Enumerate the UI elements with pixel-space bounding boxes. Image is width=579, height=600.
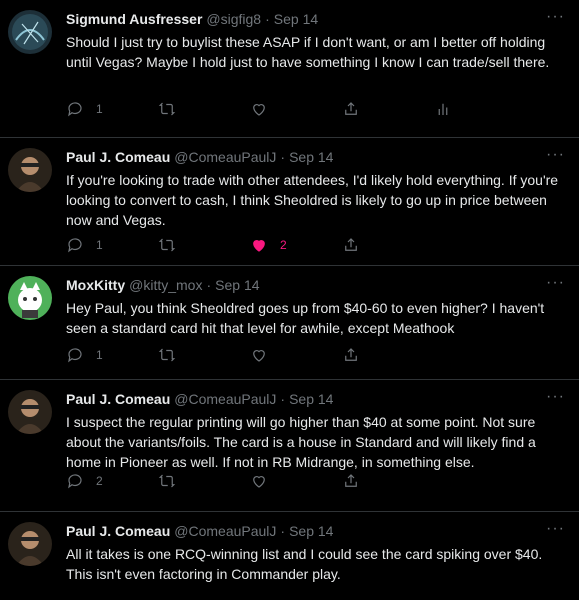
like-button[interactable]: 2 — [250, 236, 342, 254]
tweet[interactable]: Sigmund Ausfresser @sigfig8 · Sep 14 ···… — [0, 0, 579, 138]
like-button[interactable] — [250, 472, 342, 490]
like-button[interactable] — [250, 100, 342, 118]
retweet-icon — [158, 348, 176, 362]
retweet-icon — [158, 238, 176, 252]
reply-button[interactable]: 1 — [66, 346, 158, 364]
more-options-icon[interactable]: ··· — [546, 146, 565, 164]
separator-dot: · — [206, 277, 212, 293]
separator-dot: · — [280, 523, 286, 539]
heart-icon — [253, 104, 265, 116]
reply-count: 1 — [96, 348, 103, 362]
share-icon — [345, 102, 357, 115]
tweet[interactable]: MoxKitty @kitty_mox · Sep 14 ··· Hey Pau… — [0, 266, 579, 380]
tweet-actions: 2 — [66, 472, 539, 490]
heart-icon — [253, 476, 265, 488]
retweet-button[interactable] — [158, 472, 250, 490]
more-options-icon[interactable]: ··· — [546, 388, 565, 406]
author-name[interactable]: Sigmund Ausfresser — [66, 11, 202, 27]
share-icon — [345, 238, 357, 251]
reply-count: 2 — [96, 474, 103, 488]
tweet[interactable]: Paul J. Comeau @ComeauPaulJ · Sep 14 ···… — [0, 512, 579, 600]
retweet-button[interactable] — [158, 100, 250, 118]
separator-dot: · — [265, 11, 270, 27]
heart-icon — [253, 350, 265, 362]
like-button[interactable] — [250, 346, 342, 364]
like-count: 2 — [280, 238, 287, 252]
tweet-date[interactable]: Sep 14 — [215, 277, 259, 293]
retweet-icon — [158, 474, 176, 488]
avatar[interactable] — [8, 148, 52, 192]
share-icon — [345, 474, 357, 487]
tweet[interactable]: Paul J. Comeau @ComeauPaulJ · Sep 14 ···… — [0, 138, 579, 266]
reply-count: 1 — [96, 102, 103, 116]
author-name[interactable]: Paul J. Comeau — [66, 523, 170, 539]
author-name[interactable]: Paul J. Comeau — [66, 149, 170, 165]
avatar[interactable] — [8, 390, 52, 434]
share-button[interactable] — [342, 472, 434, 490]
reply-button[interactable]: 1 — [66, 236, 158, 254]
tweet-text: Should I just try to buylist these ASAP … — [66, 34, 550, 70]
reply-icon — [68, 348, 82, 363]
analytics-icon — [438, 103, 448, 115]
author-handle[interactable]: @ComeauPaulJ — [174, 523, 276, 539]
avatar[interactable] — [8, 10, 52, 54]
reply-icon — [68, 238, 82, 253]
share-button[interactable] — [342, 236, 434, 254]
tweet-actions: 1 — [66, 346, 539, 364]
tweet-date[interactable]: Sep 14 — [289, 149, 333, 165]
tweet-date[interactable]: Sep 14 — [289, 391, 333, 407]
reply-button[interactable]: 2 — [66, 472, 158, 490]
author-name[interactable]: Paul J. Comeau — [66, 391, 170, 407]
reply-icon — [68, 102, 82, 117]
separator-dot: · — [280, 149, 286, 165]
heart-icon — [253, 240, 265, 252]
share-button[interactable] — [342, 346, 434, 364]
reply-icon — [68, 474, 82, 489]
author-handle[interactable]: @ComeauPaulJ — [174, 391, 276, 407]
tweet-date[interactable]: Sep 14 — [289, 523, 333, 539]
retweet-button[interactable] — [158, 236, 250, 254]
analytics-button[interactable] — [434, 100, 526, 118]
author-handle[interactable]: @kitty_mox — [129, 277, 202, 293]
tweet-text: I suspect the regular printing will go h… — [66, 414, 536, 470]
author-handle[interactable]: @sigfig8 — [206, 11, 261, 27]
tweet-actions: 1 2 — [66, 236, 539, 254]
avatar[interactable] — [8, 276, 52, 320]
retweet-button[interactable] — [158, 346, 250, 364]
tweet[interactable]: Paul J. Comeau @ComeauPaulJ · Sep 14 ···… — [0, 380, 579, 512]
avatar[interactable] — [8, 522, 52, 566]
tweet-date[interactable]: Sep 14 — [274, 11, 318, 27]
share-button[interactable] — [342, 100, 434, 118]
tweet-text: All it takes is one RCQ-winning list and… — [66, 546, 543, 582]
reply-button[interactable]: 1 — [66, 100, 158, 118]
author-handle[interactable]: @ComeauPaulJ — [174, 149, 276, 165]
separator-dot: · — [280, 391, 286, 407]
more-options-icon[interactable]: ··· — [546, 520, 565, 538]
tweet-actions: 1 — [66, 100, 539, 118]
share-icon — [345, 348, 357, 361]
retweet-icon — [158, 102, 176, 116]
reply-count: 1 — [96, 238, 103, 252]
tweet-text: If you're looking to trade with other at… — [66, 172, 559, 228]
tweet-text: Hey Paul, you think Sheoldred goes up fr… — [66, 300, 545, 336]
more-options-icon[interactable]: ··· — [546, 8, 565, 26]
more-options-icon[interactable]: ··· — [546, 274, 565, 292]
author-name[interactable]: MoxKitty — [66, 277, 125, 293]
